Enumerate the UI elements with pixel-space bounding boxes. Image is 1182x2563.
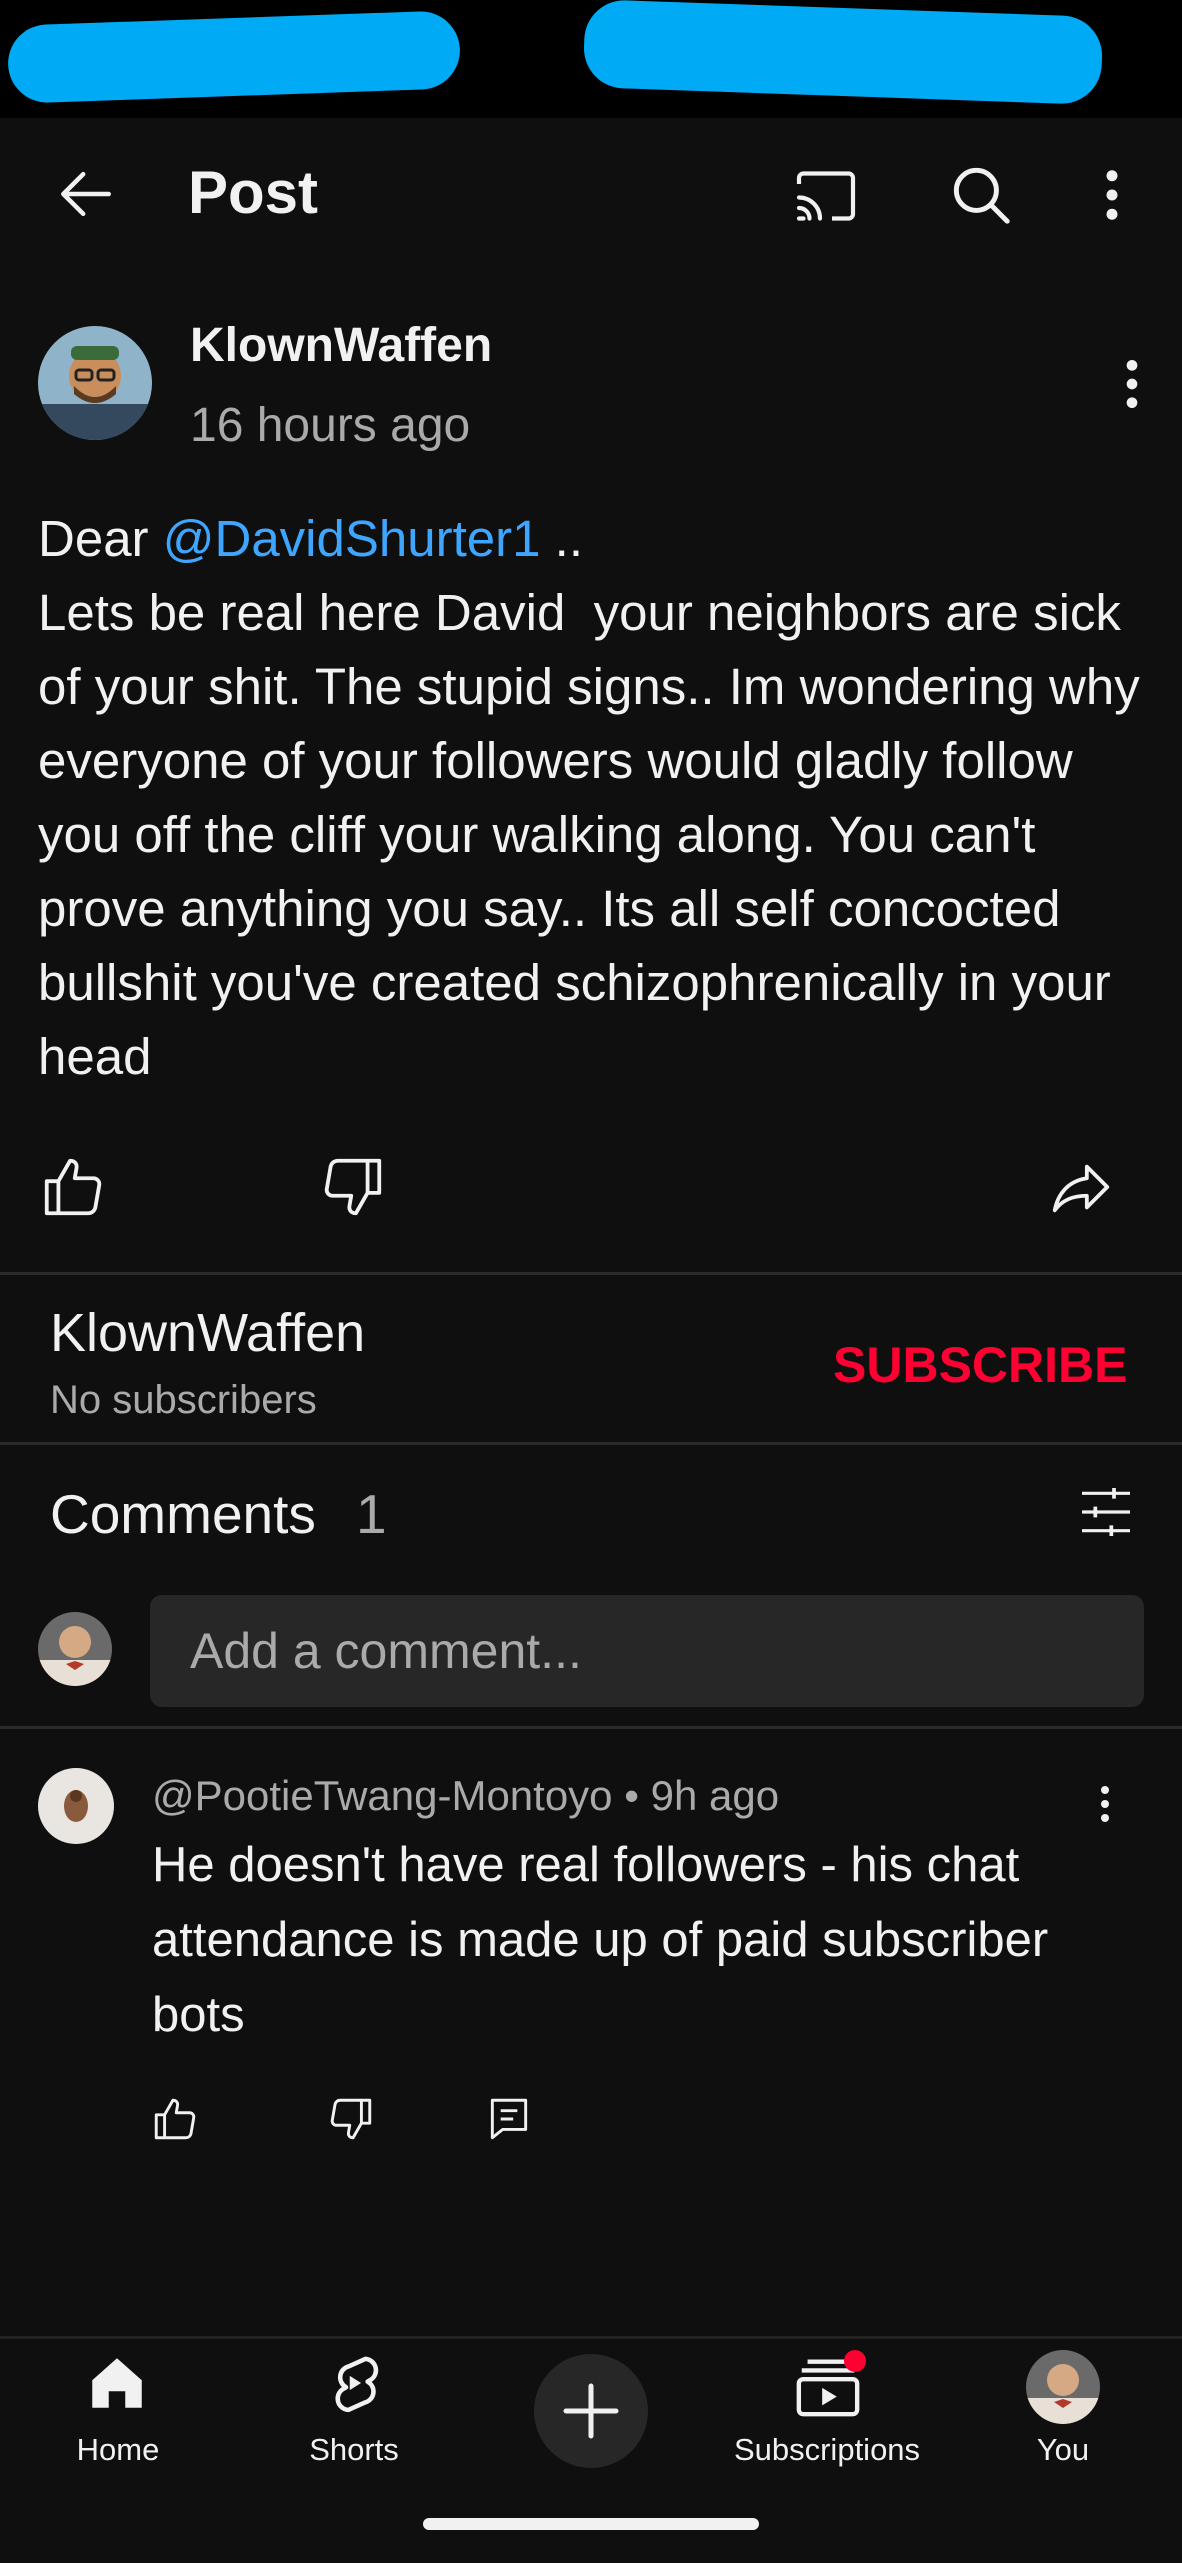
- divider: [0, 1272, 1182, 1275]
- redaction-scribble-right: [582, 0, 1104, 106]
- sort-filter-icon[interactable]: [1074, 1480, 1138, 1544]
- dislike-icon[interactable]: [318, 1152, 388, 1222]
- post-author-avatar[interactable]: [38, 326, 152, 440]
- current-user-avatar: [38, 1612, 112, 1686]
- back-arrow-icon[interactable]: [52, 160, 120, 228]
- nav-home-label[interactable]: Home: [0, 2432, 238, 2468]
- nav-you-label[interactable]: You: [943, 2432, 1182, 2468]
- post-greeting-suffix: ..: [540, 510, 584, 567]
- post-timestamp: 16 hours ago: [190, 399, 471, 452]
- redaction-scribble-left: [6, 10, 462, 104]
- cast-icon[interactable]: [790, 160, 862, 232]
- share-icon[interactable]: [1046, 1152, 1116, 1222]
- comment-more-options-icon[interactable]: [1090, 1780, 1120, 1828]
- like-icon[interactable]: [38, 1152, 108, 1222]
- shorts-icon[interactable]: [320, 2348, 388, 2418]
- comment-meta: @PootieTwang-Montoyo • 9h ago: [152, 1772, 780, 1819]
- nav-shorts-label[interactable]: Shorts: [234, 2432, 474, 2468]
- post-greeting: Dear: [38, 510, 163, 567]
- channel-subscriber-count: No subscribers: [50, 1378, 317, 1422]
- comment-dislike-icon[interactable]: [326, 2094, 376, 2144]
- status-bar: [0, 0, 1182, 118]
- create-button[interactable]: [534, 2354, 648, 2468]
- more-options-icon[interactable]: [1090, 162, 1134, 228]
- you-avatar[interactable]: [1026, 2350, 1100, 2424]
- comments-title: Comments: [50, 1483, 316, 1545]
- mention-link[interactable]: @DavidShurter1: [163, 510, 541, 567]
- nav-subscriptions-label[interactable]: Subscriptions: [707, 2432, 947, 2468]
- add-comment-placeholder[interactable]: Add a comment...: [190, 1622, 582, 1680]
- home-icon[interactable]: [84, 2350, 150, 2416]
- home-indicator[interactable]: [423, 2518, 759, 2530]
- page-title: Post: [188, 159, 319, 226]
- divider: [0, 1726, 1182, 1729]
- comment-like-icon[interactable]: [150, 2094, 200, 2144]
- post-body-text: Lets be real here David your neighbors a…: [38, 584, 1154, 1085]
- comments-count: 1: [356, 1483, 387, 1545]
- create-plus-icon: [563, 2383, 619, 2439]
- post-more-options-icon[interactable]: [1110, 352, 1154, 416]
- channel-name[interactable]: KlownWaffen: [50, 1302, 365, 1364]
- divider: [0, 1442, 1182, 1445]
- commenter-avatar[interactable]: [38, 1768, 114, 1844]
- post-author-name[interactable]: KlownWaffen: [190, 318, 492, 373]
- subscribe-button[interactable]: SUBSCRIBE: [833, 1336, 1127, 1394]
- post-text: Dear @DavidShurter1 .. Lets be real here…: [38, 502, 1148, 1094]
- notification-dot: [844, 2350, 866, 2372]
- comment-text: He doesn't have real followers - his cha…: [152, 1838, 1049, 2042]
- reply-icon[interactable]: [484, 2094, 534, 2144]
- search-icon[interactable]: [944, 158, 1018, 232]
